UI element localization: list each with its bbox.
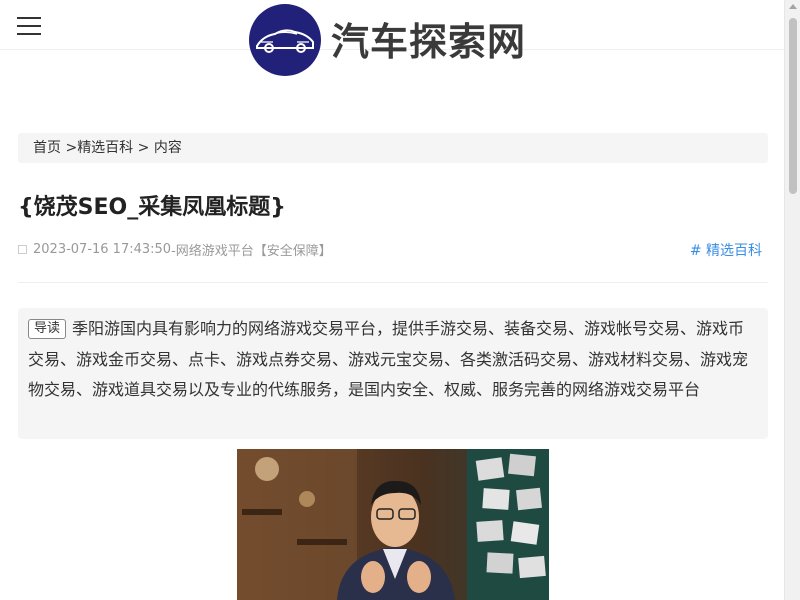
- category-tag-link[interactable]: # 精选百科: [690, 240, 762, 260]
- car-logo-icon: [249, 4, 321, 76]
- breadcrumb-home-link[interactable]: 首页: [33, 140, 61, 156]
- article-source: -网络游戏平台【安全保障】: [171, 244, 332, 259]
- scrollbar-thumb[interactable]: [789, 18, 797, 194]
- breadcrumb-separator: >: [133, 140, 154, 156]
- hamburger-menu-icon[interactable]: [17, 17, 41, 37]
- article-meta: 2023-07-16 17:43:50 -网络游戏平台【安全保障】 # 精选百科: [18, 240, 768, 260]
- publish-datetime: 2023-07-16 17:43:50: [33, 242, 172, 257]
- breadcrumb-separator: >: [61, 140, 78, 156]
- article-photo: [237, 449, 549, 600]
- article-summary: 导读 季阳游国内具有影响力的网络游戏交易平台，提供手游交易、装备交易、游戏帐号交易…: [18, 308, 768, 439]
- site-name: 汽车探索网: [331, 18, 527, 64]
- breadcrumb-current: 内容: [153, 140, 182, 156]
- divider: [18, 282, 768, 283]
- page-title: {饶茂SEO_采集凤凰标题}: [18, 195, 286, 220]
- scroll-up-icon[interactable]: [789, 4, 797, 9]
- summary-text: 季阳游国内具有影响力的网络游戏交易平台，提供手游交易、装备交易、游戏帐号交易、游…: [28, 319, 749, 399]
- breadcrumb: 首页 >精选百科 > 内容: [18, 133, 768, 163]
- summary-label-badge: 导读: [28, 319, 67, 339]
- site-logo[interactable]: 汽车探索网: [249, 4, 526, 76]
- breadcrumb-category-link[interactable]: 精选百科: [77, 140, 133, 156]
- page-scrollbar[interactable]: [784, 0, 800, 600]
- clock-icon: [18, 245, 27, 254]
- site-header: 汽车探索网: [0, 0, 784, 76]
